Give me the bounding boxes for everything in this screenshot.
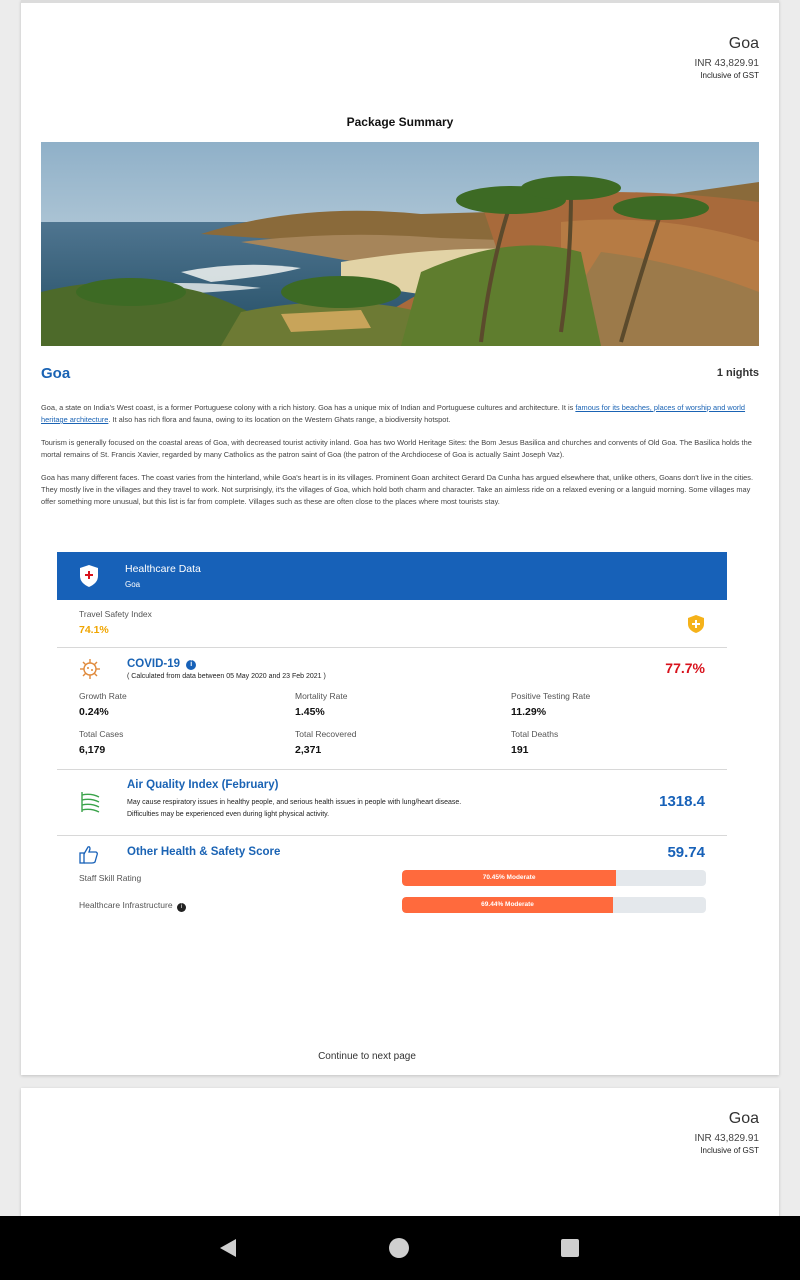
continue-link[interactable]: Continue to next page — [21, 1051, 713, 1062]
page-header: Goa INR 43,829.91 Inclusive of GST — [695, 1110, 760, 1155]
covid-section: COVID-19 i ( Calculated from data betwee… — [57, 648, 727, 770]
destination-name: Goa — [41, 365, 71, 382]
stat-label: Total Deaths — [511, 729, 559, 739]
stat-total-deaths: Total Deaths 191 — [511, 729, 558, 756]
header-gst-note: Inclusive of GST — [700, 71, 759, 80]
page-header: Goa INR 43,829.91 Inclusive of GST — [695, 35, 760, 80]
healthcare-banner: Healthcare Data Goa — [57, 552, 727, 600]
stat-total-cases: Total Cases 6,179 — [79, 729, 123, 756]
description-paragraph-2: Tourism is generally focused on the coas… — [41, 438, 752, 459]
stat-label: Positive Testing Rate — [511, 691, 591, 701]
shield-icon — [80, 565, 98, 587]
healthcare-card: Healthcare Data Goa Travel Safety Index … — [57, 552, 727, 926]
other-health-score: 59.74 — [667, 844, 705, 861]
aqi-title: Air Quality Index (February) — [127, 779, 279, 791]
rating-label-staff-skill: Staff Skill Rating — [79, 873, 142, 883]
info-icon[interactable]: i — [186, 660, 197, 670]
aqi-line: May cause respiratory issues in healthy … — [127, 799, 462, 806]
stat-value: 2,371 — [295, 744, 322, 756]
healthcare-subtitle: Goa — [125, 580, 141, 589]
info-icon[interactable]: i — [176, 903, 186, 912]
stat-value: 0.24% — [79, 706, 109, 718]
summary-title: Package Summary — [346, 115, 454, 129]
covid-score: 77.7% — [665, 660, 705, 676]
recents-icon[interactable] — [560, 1238, 580, 1258]
aqi-value: 1318.4 — [659, 793, 705, 810]
header-price: INR 43,829.91 — [694, 1133, 760, 1144]
summary-page: Goa INR 43,829.91 Inclusive of GST Packa… — [21, 0, 779, 1075]
rating-label-healthcare-infrastructure: Healthcare Infrastructure i — [79, 900, 186, 912]
stat-growth-rate: Growth Rate 0.24% — [79, 691, 127, 718]
air-quality-icon — [81, 792, 100, 813]
stat-positive-testing-rate: Positive Testing Rate 11.29% — [511, 691, 590, 718]
thumbs-up-icon — [79, 846, 98, 864]
aqi-line: Difficulties may be experienced even dur… — [127, 811, 330, 818]
covid-title-text: COVID-19 — [127, 658, 181, 670]
infrastructure-bar: 69.44% Moderate — [402, 897, 706, 913]
stat-label: Total Recovered — [295, 729, 357, 739]
stat-value: 1.45% — [295, 706, 325, 718]
system-navigation-bar — [0, 1216, 800, 1280]
aqi-section: Air Quality Index (February) May cause r… — [57, 770, 727, 836]
stat-value: 11.29% — [511, 706, 547, 718]
header-destination: Goa — [728, 35, 759, 52]
stat-label: Mortality Rate — [295, 691, 348, 701]
header-gst-note: Inclusive of GST — [700, 1146, 759, 1155]
back-icon[interactable] — [218, 1238, 238, 1258]
travel-safety-label: Travel Safety Index — [79, 609, 152, 619]
rating-label-text: Healthcare Infrastructure — [79, 900, 173, 910]
healthcare-title: Healthcare Data — [125, 563, 201, 575]
stat-value: 191 — [511, 744, 529, 756]
travel-safety-row: Travel Safety Index 74.1% — [57, 600, 727, 648]
stat-mortality-rate: Mortality Rate 1.45% — [295, 691, 347, 718]
infrastructure-bar-fill: 69.44% Moderate — [402, 897, 614, 913]
virus-icon — [80, 659, 100, 679]
header-price: INR 43,829.91 — [694, 58, 760, 69]
other-health-section: Other Health & Safety Score 59.74 Staff … — [57, 836, 727, 926]
header-destination: Goa — [728, 1110, 759, 1127]
stat-label: Total Cases — [79, 729, 124, 739]
home-icon[interactable] — [388, 1237, 410, 1259]
staff-skill-bar: 70.45% Moderate — [402, 870, 706, 886]
next-page: Goa INR 43,829.91 Inclusive of GST — [21, 1088, 779, 1216]
aqi-description: May cause respiratory issues in healthy … — [127, 797, 461, 821]
travel-safety-value: 74.1% — [79, 624, 109, 636]
beach-image — [41, 142, 759, 346]
description-text: . It also has rich flora and fauna, owin… — [108, 415, 451, 424]
nights-count: 1 nights — [716, 367, 759, 379]
safety-shield-icon — [688, 615, 704, 633]
destination-photo — [41, 142, 759, 346]
other-health-title: Other Health & Safety Score — [127, 846, 281, 858]
description-paragraph-1: Goa, a state on India's West coast, is a… — [41, 402, 759, 426]
staff-skill-bar-fill: 70.45% Moderate — [402, 870, 617, 886]
covid-note: ( Calculated from data between 05 May 20… — [127, 673, 326, 680]
description-text: Goa, a state on India's West coast, is a… — [41, 403, 576, 412]
covid-title: COVID-19 i — [127, 658, 197, 670]
stat-label: Growth Rate — [79, 691, 127, 701]
description-paragraph-3: Goa has many different faces. The coast … — [41, 473, 754, 506]
stat-value: 6,179 — [79, 744, 106, 756]
stat-total-recovered: Total Recovered 2,371 — [295, 729, 356, 756]
